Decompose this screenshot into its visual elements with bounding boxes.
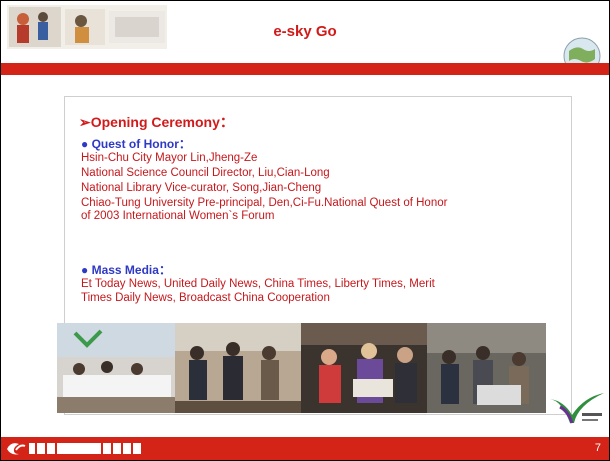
header-red-bar bbox=[1, 63, 609, 75]
media-line: Et Today News, United Daily News, China … bbox=[81, 278, 435, 290]
media-line: Times Daily News, Broadcast China Cooper… bbox=[81, 292, 330, 304]
slide-title: e-sky Go bbox=[273, 23, 337, 40]
page-number: 7 bbox=[594, 442, 601, 454]
mass-media-heading: ● Mass Media： bbox=[81, 263, 171, 277]
quest-line: National Science Council Director, Liu,C… bbox=[81, 167, 330, 179]
ceremony-photo-3 bbox=[301, 323, 427, 413]
ceremony-photo-4 bbox=[427, 323, 546, 413]
quest-line: of 2003 International Women`s Forum bbox=[81, 210, 275, 222]
quest-line: Chiao-Tung University Pre-principal, Den… bbox=[81, 197, 448, 209]
ceremony-photo-strip bbox=[57, 323, 546, 413]
quest-of-honor-heading: ● Quest of Honor： bbox=[81, 137, 191, 151]
esky-logo-icon bbox=[550, 393, 604, 424]
ceremony-photo-2 bbox=[175, 323, 301, 413]
footer-red-bar: 7 bbox=[1, 437, 609, 460]
slide-header: e-sky Go bbox=[1, 1, 609, 75]
quest-line: National Library Vice-curator, Song,Jian… bbox=[81, 182, 322, 194]
ceremony-photo-1 bbox=[57, 323, 175, 413]
quest-line: Hsin-Chu City Mayor Lin,Jheng-Ze bbox=[81, 152, 258, 164]
slide: e-sky Go ➢Opening Ceremony： ● Quest of H… bbox=[0, 0, 610, 461]
opening-ceremony-heading: ➢Opening Ceremony： bbox=[79, 114, 234, 130]
institution-logo-icon bbox=[7, 443, 141, 455]
